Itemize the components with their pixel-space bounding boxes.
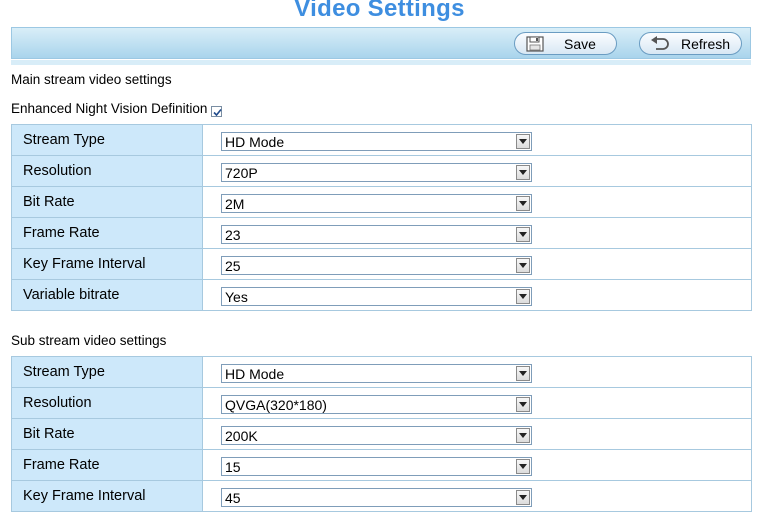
night-vision-checkbox[interactable] — [211, 106, 222, 117]
settings-row: Bit Rate 200K — [11, 418, 752, 450]
settings-row: Key Frame Interval 45 — [11, 480, 752, 512]
select-value: 200K — [225, 428, 258, 444]
settings-row: Resolution 720P — [11, 155, 752, 187]
select-value: 15 — [225, 459, 241, 475]
main-stream-heading: Main stream video settings — [11, 72, 172, 87]
setting-select[interactable]: HD Mode — [221, 364, 532, 383]
setting-label: Key Frame Interval — [11, 248, 203, 280]
setting-select[interactable]: HD Mode — [221, 132, 532, 151]
settings-row: Stream Type HD Mode — [11, 356, 752, 388]
save-button[interactable]: Save — [514, 32, 617, 55]
select-value: 45 — [225, 490, 241, 506]
settings-row: Bit Rate 2M — [11, 186, 752, 218]
sub-stream-heading: Sub stream video settings — [11, 333, 167, 348]
refresh-arrow-icon — [651, 36, 669, 50]
setting-select[interactable]: 15 — [221, 457, 532, 476]
setting-select[interactable]: 25 — [221, 256, 532, 275]
setting-value-cell: 15 — [202, 449, 752, 481]
setting-select[interactable]: Yes — [221, 287, 532, 306]
night-vision-label: Enhanced Night Vision Definition — [11, 101, 208, 116]
setting-label: Frame Rate — [11, 449, 203, 481]
setting-select[interactable]: 45 — [221, 488, 532, 507]
dropdown-arrow-icon[interactable] — [516, 428, 530, 443]
setting-value-cell: 720P — [202, 155, 752, 187]
refresh-button[interactable]: Refresh — [639, 32, 742, 55]
setting-label: Variable bitrate — [11, 279, 203, 311]
dropdown-arrow-icon[interactable] — [516, 490, 530, 505]
setting-select[interactable]: QVGA(320*180) — [221, 395, 532, 414]
dropdown-arrow-icon[interactable] — [516, 289, 530, 304]
setting-value-cell: 45 — [202, 480, 752, 512]
setting-label: Stream Type — [11, 124, 203, 156]
setting-label: Bit Rate — [11, 418, 203, 450]
page-title: Video Settings — [294, 0, 465, 22]
setting-select[interactable]: 23 — [221, 225, 532, 244]
setting-label: Frame Rate — [11, 217, 203, 249]
select-value: HD Mode — [225, 134, 285, 150]
select-value: HD Mode — [225, 366, 285, 382]
setting-label: Stream Type — [11, 356, 203, 388]
setting-value-cell: 23 — [202, 217, 752, 249]
settings-row: Frame Rate 15 — [11, 449, 752, 481]
select-value: 25 — [225, 258, 241, 274]
setting-select[interactable]: 720P — [221, 163, 532, 182]
dropdown-arrow-icon[interactable] — [516, 227, 530, 242]
select-value: 23 — [225, 227, 241, 243]
dropdown-arrow-icon[interactable] — [516, 134, 530, 149]
settings-row: Resolution QVGA(320*180) — [11, 387, 752, 419]
setting-value-cell: Yes — [202, 279, 752, 311]
dropdown-arrow-icon[interactable] — [516, 165, 530, 180]
dropdown-arrow-icon[interactable] — [516, 258, 530, 273]
setting-label: Resolution — [11, 155, 203, 187]
toolbar: Save Refresh — [11, 27, 751, 59]
setting-select[interactable]: 200K — [221, 426, 532, 445]
floppy-disk-icon — [526, 36, 544, 52]
setting-select[interactable]: 2M — [221, 194, 532, 213]
settings-row: Key Frame Interval 25 — [11, 248, 752, 280]
setting-value-cell: 25 — [202, 248, 752, 280]
select-value: Yes — [225, 289, 248, 305]
settings-row: Variable bitrate Yes — [11, 279, 752, 311]
setting-value-cell: HD Mode — [202, 124, 752, 156]
settings-row: Frame Rate 23 — [11, 217, 752, 249]
save-label: Save — [564, 36, 596, 52]
dropdown-arrow-icon[interactable] — [516, 397, 530, 412]
setting-label: Key Frame Interval — [11, 480, 203, 512]
dropdown-arrow-icon[interactable] — [516, 366, 530, 381]
setting-value-cell: QVGA(320*180) — [202, 387, 752, 419]
setting-value-cell: HD Mode — [202, 356, 752, 388]
select-value: 720P — [225, 165, 258, 181]
setting-value-cell: 2M — [202, 186, 752, 218]
dropdown-arrow-icon[interactable] — [516, 459, 530, 474]
setting-label: Resolution — [11, 387, 203, 419]
refresh-label: Refresh — [681, 36, 731, 52]
settings-row: Stream Type HD Mode — [11, 124, 752, 156]
checkmark-icon — [213, 108, 222, 117]
select-value: QVGA(320*180) — [225, 397, 327, 413]
dropdown-arrow-icon[interactable] — [516, 196, 530, 211]
select-value: 2M — [225, 196, 245, 212]
main-stream-table: Stream Type HD Mode Resolution 720P Bit Rate… — [11, 124, 752, 311]
setting-value-cell: 200K — [202, 418, 752, 450]
setting-label: Bit Rate — [11, 186, 203, 218]
sub-stream-table: Stream Type HD Mode Resolution QVGA(320*180… — [11, 356, 752, 512]
toolbar-divider — [11, 60, 751, 65]
